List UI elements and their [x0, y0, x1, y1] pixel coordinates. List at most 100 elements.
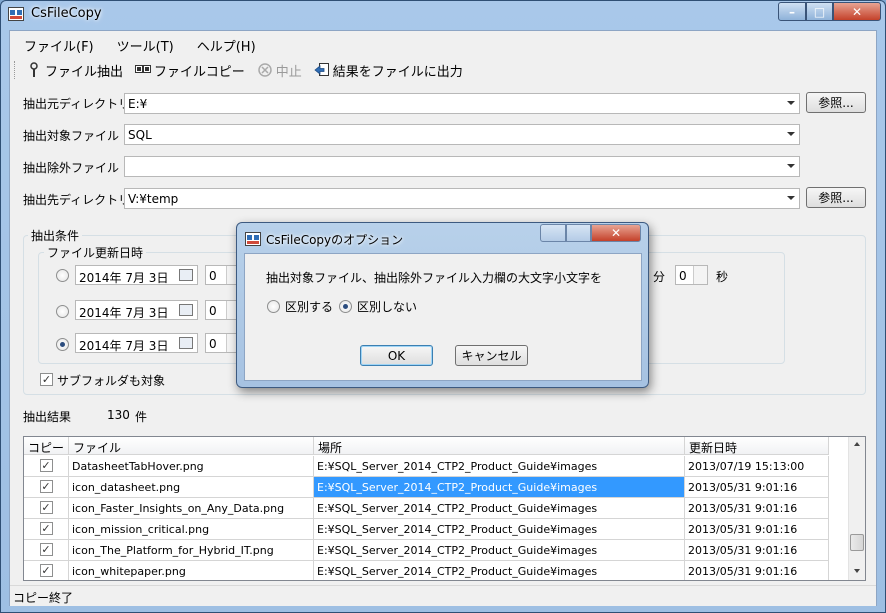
- table-row[interactable]: ✓ icon_datasheet.png E:¥SQL_Server_2014_CT…: [24, 477, 829, 498]
- file-cell[interactable]: icon_whitepaper.png: [69, 561, 314, 580]
- menu-tools[interactable]: ツール(T): [103, 33, 183, 55]
- file-cell[interactable]: icon_The_Platform_for_Hybrid_IT.png: [69, 540, 314, 561]
- app-icon: [245, 232, 261, 246]
- dest-dropdown-icon[interactable]: [787, 196, 795, 200]
- menu-file[interactable]: ファイル(F): [10, 33, 103, 55]
- source-dropdown-icon[interactable]: [787, 101, 795, 105]
- ok-button[interactable]: OK: [360, 345, 433, 366]
- stop-label: 中止: [275, 64, 302, 80]
- date-radio-3[interactable]: [56, 338, 69, 351]
- row-copy-checkbox[interactable]: ✓: [39, 564, 53, 577]
- cancel-button[interactable]: キャンセル: [455, 345, 528, 366]
- file-cell[interactable]: icon_Faster_Insights_on_Any_Data.png: [69, 498, 314, 519]
- toolbar-grip[interactable]: [14, 61, 18, 79]
- title-bar[interactable]: CsFileCopy – □ ✕: [1, 1, 885, 27]
- location-cell[interactable]: E:¥SQL_Server_2014_CTP2_Product_Guide¥im…: [314, 477, 685, 498]
- close-button[interactable]: ✕: [833, 2, 881, 21]
- location-cell[interactable]: E:¥SQL_Server_2014_CTP2_Product_Guide¥im…: [314, 540, 685, 561]
- scroll-down-icon[interactable]: [854, 569, 860, 573]
- column-header-copy[interactable]: コピー: [24, 437, 69, 455]
- conditions-group-title: 抽出条件: [28, 227, 83, 244]
- spinner-arrows-icon[interactable]: [693, 266, 707, 284]
- calendar-icon[interactable]: [179, 269, 193, 281]
- copy-cell: ✓: [24, 477, 69, 498]
- copy-button[interactable]: ファイルコピー: [131, 59, 249, 81]
- location-cell[interactable]: E:¥SQL_Server_2014_CTP2_Product_Guide¥im…: [314, 519, 685, 540]
- date-cell[interactable]: 2013/05/31 9:01:16: [685, 561, 829, 580]
- minimize-button[interactable]: –: [778, 2, 806, 21]
- results-label: 抽出結果: [23, 410, 72, 424]
- source-dir-value: E:¥: [128, 97, 148, 111]
- menu-help[interactable]: ヘルプ(H): [183, 33, 265, 55]
- file-cell[interactable]: DatasheetTabHover.png: [69, 456, 314, 477]
- date-picker-3[interactable]: 2014年 7月 3日: [75, 333, 198, 353]
- location-cell[interactable]: E:¥SQL_Server_2014_CTP2_Product_Guide¥im…: [314, 456, 685, 477]
- table-row[interactable]: ✓ icon_whitepaper.png E:¥SQL_Server_2014_C…: [24, 561, 829, 580]
- close-icon: ✕: [851, 4, 863, 19]
- results-grid[interactable]: コピー ファイル 場所 更新日時 ✓ DatasheetTabHover.png E…: [23, 436, 866, 581]
- second-label: 秒: [716, 270, 729, 284]
- window-title: CsFileCopy: [31, 6, 102, 21]
- source-dir-label: 抽出元ディレクトリ: [23, 97, 131, 111]
- date-cell[interactable]: 2013/05/31 9:01:16: [685, 498, 829, 519]
- dest-dir-label: 抽出先ディレクトリ: [23, 193, 131, 207]
- scroll-up-icon[interactable]: [854, 442, 860, 446]
- row-copy-checkbox[interactable]: ✓: [39, 480, 53, 493]
- source-dir-combo[interactable]: E:¥: [124, 93, 800, 114]
- dialog-close-button[interactable]: ✕: [591, 224, 641, 242]
- output-button[interactable]: 結果をファイルに出力: [310, 59, 467, 81]
- file-cell[interactable]: icon_mission_critical.png: [69, 519, 314, 540]
- extract-button[interactable]: ファイル抽出: [22, 59, 127, 81]
- dialog-client-area: 抽出対象ファイル、抽出除外ファイル入力欄の大文字小文字を 区別する 区別しない …: [244, 253, 642, 381]
- date-cell[interactable]: 2013/05/31 9:01:16: [685, 540, 829, 561]
- exclude-file-combo[interactable]: [124, 156, 800, 177]
- calendar-icon[interactable]: [179, 304, 193, 316]
- table-row[interactable]: ✓ icon_Faster_Insights_on_Any_Data.png E:¥…: [24, 498, 829, 519]
- subfolder-checkbox[interactable]: ✓: [40, 373, 53, 386]
- date-cell[interactable]: 2013/05/31 9:01:16: [685, 477, 829, 498]
- output-label: 結果をファイルに出力: [332, 64, 463, 80]
- date-cell[interactable]: 2013/07/19 15:13:00: [685, 456, 829, 477]
- stop-icon: [257, 62, 273, 78]
- minimize-icon: –: [789, 4, 795, 19]
- date-picker-2-value: 2014年 7月 3日: [79, 306, 169, 320]
- row-copy-checkbox[interactable]: ✓: [39, 501, 53, 514]
- table-row[interactable]: ✓ icon_The_Platform_for_Hybrid_IT.png E:¥S…: [24, 540, 829, 561]
- location-cell[interactable]: E:¥SQL_Server_2014_CTP2_Product_Guide¥im…: [314, 498, 685, 519]
- column-header-location[interactable]: 場所: [314, 437, 685, 455]
- target-file-label: 抽出対象ファイル: [23, 129, 120, 143]
- column-header-file[interactable]: ファイル: [69, 437, 314, 455]
- distinguish-radio[interactable]: [267, 300, 280, 313]
- dest-browse-button[interactable]: 参照...: [806, 187, 866, 208]
- target-file-combo[interactable]: SQL: [124, 124, 800, 145]
- file-cell[interactable]: icon_datasheet.png: [69, 477, 314, 498]
- column-header-date[interactable]: 更新日時: [685, 437, 829, 455]
- table-row[interactable]: ✓ icon_mission_critical.png E:¥SQL_Server_…: [24, 519, 829, 540]
- status-bar: コピー終了: [10, 585, 876, 606]
- table-row[interactable]: ✓ DatasheetTabHover.png E:¥SQL_Server_2014…: [24, 456, 829, 477]
- ignore-case-radio[interactable]: [339, 300, 352, 313]
- row-copy-checkbox[interactable]: ✓: [39, 522, 53, 535]
- date-picker-3-value: 2014年 7月 3日: [79, 339, 169, 353]
- toolbar: ファイル抽出 ファイルコピー 中止 結果をファイルに出力: [10, 58, 467, 82]
- date-cell[interactable]: 2013/05/31 9:01:16: [685, 519, 829, 540]
- date-picker-2[interactable]: 2014年 7月 3日: [75, 300, 198, 320]
- results-count: 130: [107, 408, 130, 422]
- date-radio-2[interactable]: [56, 305, 69, 318]
- dest-dir-combo[interactable]: V:¥temp: [124, 188, 800, 209]
- copy-cell: ✓: [24, 519, 69, 540]
- maximize-button[interactable]: □: [806, 2, 833, 21]
- date-radio-1[interactable]: [56, 269, 69, 282]
- stop-button[interactable]: 中止: [253, 59, 306, 81]
- grid-vertical-scrollbar[interactable]: [848, 437, 865, 580]
- row-copy-checkbox[interactable]: ✓: [39, 459, 53, 472]
- target-dropdown-icon[interactable]: [787, 132, 795, 136]
- location-cell[interactable]: E:¥SQL_Server_2014_CTP2_Product_Guide¥im…: [314, 561, 685, 580]
- row-copy-checkbox[interactable]: ✓: [39, 543, 53, 556]
- source-browse-button[interactable]: 参照...: [806, 92, 866, 113]
- date-picker-1[interactable]: 2014年 7月 3日: [75, 265, 198, 285]
- calendar-icon[interactable]: [179, 337, 193, 349]
- minute-spinner[interactable]: 0: [675, 265, 708, 285]
- exclude-dropdown-icon[interactable]: [787, 164, 795, 168]
- scroll-thumb[interactable]: [850, 534, 864, 551]
